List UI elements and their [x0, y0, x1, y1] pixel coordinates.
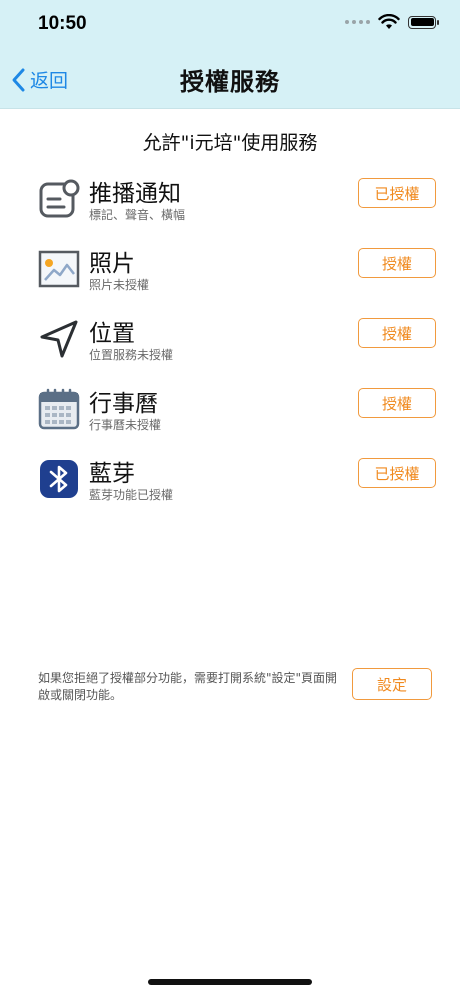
service-row-photos: 照片 照片未授權 授權: [38, 242, 438, 298]
authorize-button-photos[interactable]: 授權: [358, 248, 436, 278]
settings-button[interactable]: 設定: [352, 668, 432, 700]
service-title: 推播通知: [89, 181, 181, 207]
cellular-signal-icon: [345, 20, 370, 24]
wifi-icon: [378, 14, 400, 29]
service-row-location: 位置 位置服務未授權 授權: [38, 312, 438, 368]
service-title: 照片: [89, 251, 135, 277]
service-row-calendar: 行事曆 行事曆未授權 授權: [38, 382, 438, 438]
service-title: 藍芽: [89, 461, 135, 487]
status-indicators: [345, 14, 439, 30]
service-row-notifications: 推播通知 標記、聲音、橫幅 已授權: [38, 172, 438, 228]
service-title: 行事曆: [89, 391, 158, 417]
service-title: 位置: [89, 321, 135, 347]
navigation-header: 10:50 返回 授權服務: [0, 0, 460, 109]
service-subtitle: 行事曆未授權: [89, 418, 162, 432]
location-arrow-icon: [40, 320, 78, 358]
service-subtitle: 位置服務未授權: [89, 348, 174, 362]
page-title: 授權服務: [180, 68, 280, 96]
authorize-button-notifications[interactable]: 已授權: [358, 178, 436, 208]
status-time: 10:50: [38, 13, 87, 34]
bluetooth-icon: [40, 460, 78, 498]
authorize-button-location[interactable]: 授權: [358, 318, 436, 348]
authorize-button-bluetooth[interactable]: 已授權: [358, 458, 436, 488]
home-indicator: [148, 979, 312, 985]
photo-icon: [38, 250, 80, 288]
settings-note: 如果您拒絕了授權部分功能，需要打開系統"設定"頁面開啟或關閉功能。: [38, 671, 338, 702]
intro-text: 允許"i元培"使用服務: [142, 132, 318, 154]
calendar-icon: [38, 388, 80, 430]
service-row-bluetooth: 藍芽 藍芽功能已授權 已授權: [38, 452, 438, 508]
notification-icon: [39, 179, 80, 218]
battery-icon: [408, 15, 439, 29]
service-subtitle: 標記、聲音、橫幅: [89, 208, 186, 222]
authorize-button-calendar[interactable]: 授權: [358, 388, 436, 418]
service-subtitle: 藍芽功能已授權: [89, 488, 174, 502]
service-subtitle: 照片未授權: [89, 278, 150, 292]
